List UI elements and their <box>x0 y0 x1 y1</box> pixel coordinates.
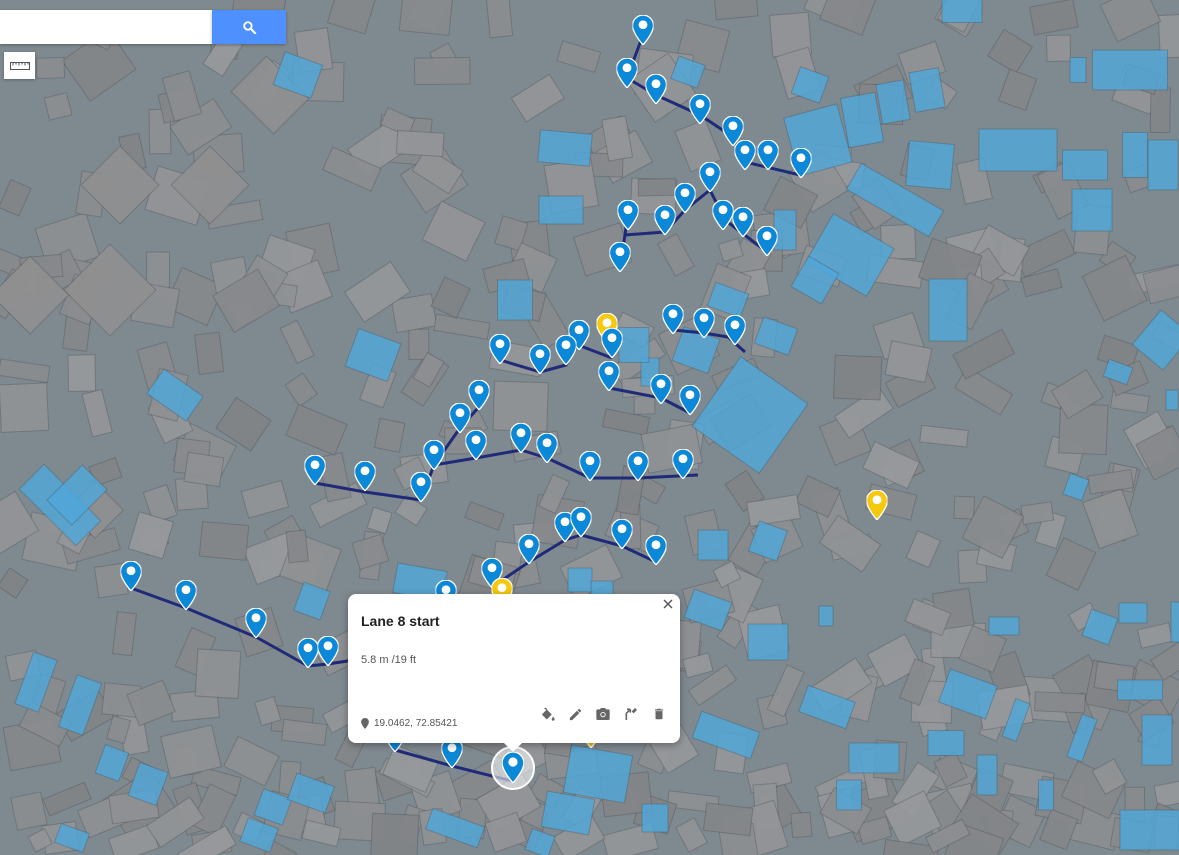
building <box>398 0 454 36</box>
building <box>713 0 759 21</box>
building-blue <box>1165 389 1179 411</box>
building-blue <box>1071 188 1113 232</box>
location-pin-icon <box>361 718 369 729</box>
search-input[interactable] <box>0 10 212 44</box>
building <box>884 340 933 384</box>
building-blue <box>941 0 983 23</box>
building <box>43 92 73 121</box>
building <box>285 529 309 564</box>
close-icon[interactable] <box>660 596 676 612</box>
building <box>194 648 242 699</box>
building-blue <box>978 128 1058 172</box>
building-blue <box>988 616 1020 636</box>
building <box>0 382 50 433</box>
building-blue <box>1119 809 1179 851</box>
building-blue <box>1141 714 1173 766</box>
pencil-icon[interactable] <box>566 705 584 723</box>
building-blue <box>1147 139 1179 191</box>
building-blue <box>1038 779 1054 811</box>
search-button[interactable] <box>212 10 286 44</box>
coordinates-text: 19.0462, 72.85421 <box>374 718 458 729</box>
building <box>832 354 883 401</box>
measure-tool-button[interactable] <box>4 52 35 79</box>
building <box>702 802 754 837</box>
building-blue <box>1117 679 1163 701</box>
building-blue <box>747 623 789 661</box>
camera-icon[interactable] <box>594 705 612 723</box>
building-blue <box>562 744 634 804</box>
building-blue <box>1122 132 1148 178</box>
building-blue <box>773 209 797 251</box>
building-blue <box>497 279 533 321</box>
building-blue <box>848 742 900 774</box>
popup-title: Lane 8 start <box>361 613 440 629</box>
placemark-popup: Lane 8 start 5.8 m /19 ft 19.0462, 72.85… <box>348 594 680 743</box>
popup-toolbar <box>538 705 668 723</box>
building-blue <box>540 790 596 836</box>
building <box>67 354 97 392</box>
building <box>1020 501 1055 526</box>
building-blue <box>697 529 729 561</box>
building-blue <box>976 754 998 796</box>
building-blue <box>818 605 834 627</box>
building-blue <box>928 278 968 342</box>
building <box>637 178 677 197</box>
search-icon <box>242 20 256 34</box>
building-blue <box>1118 602 1148 624</box>
building <box>790 811 813 839</box>
building <box>369 812 420 855</box>
building-blue <box>618 327 650 363</box>
popup-coordinates: 19.0462, 72.85421 <box>361 718 457 729</box>
building <box>35 56 66 80</box>
building-blue <box>1092 49 1168 91</box>
popup-measurement: 5.8 m /19 ft <box>361 654 417 666</box>
building <box>1045 34 1072 63</box>
building <box>373 417 406 453</box>
building-blue <box>836 779 862 811</box>
building <box>1033 691 1086 714</box>
building-blue <box>1170 601 1179 643</box>
building <box>485 0 514 39</box>
building <box>198 520 250 561</box>
building <box>194 331 225 375</box>
building <box>183 451 225 488</box>
ruler-icon <box>9 61 30 70</box>
building-blue <box>908 67 946 113</box>
building-blue <box>1062 149 1108 181</box>
building-blue <box>537 129 593 167</box>
trash-icon[interactable] <box>650 705 668 723</box>
paint-bucket-icon[interactable] <box>538 705 556 723</box>
building-blue <box>905 140 955 190</box>
building <box>10 791 48 831</box>
building <box>413 56 471 86</box>
building-blue <box>538 195 584 225</box>
popup-pointer <box>503 742 523 752</box>
route-icon[interactable] <box>622 705 640 723</box>
building-blue <box>1069 57 1087 83</box>
building-blue <box>567 567 593 593</box>
building-blue <box>927 730 965 756</box>
building <box>953 495 976 520</box>
building-blue <box>641 803 669 833</box>
building <box>395 129 445 158</box>
